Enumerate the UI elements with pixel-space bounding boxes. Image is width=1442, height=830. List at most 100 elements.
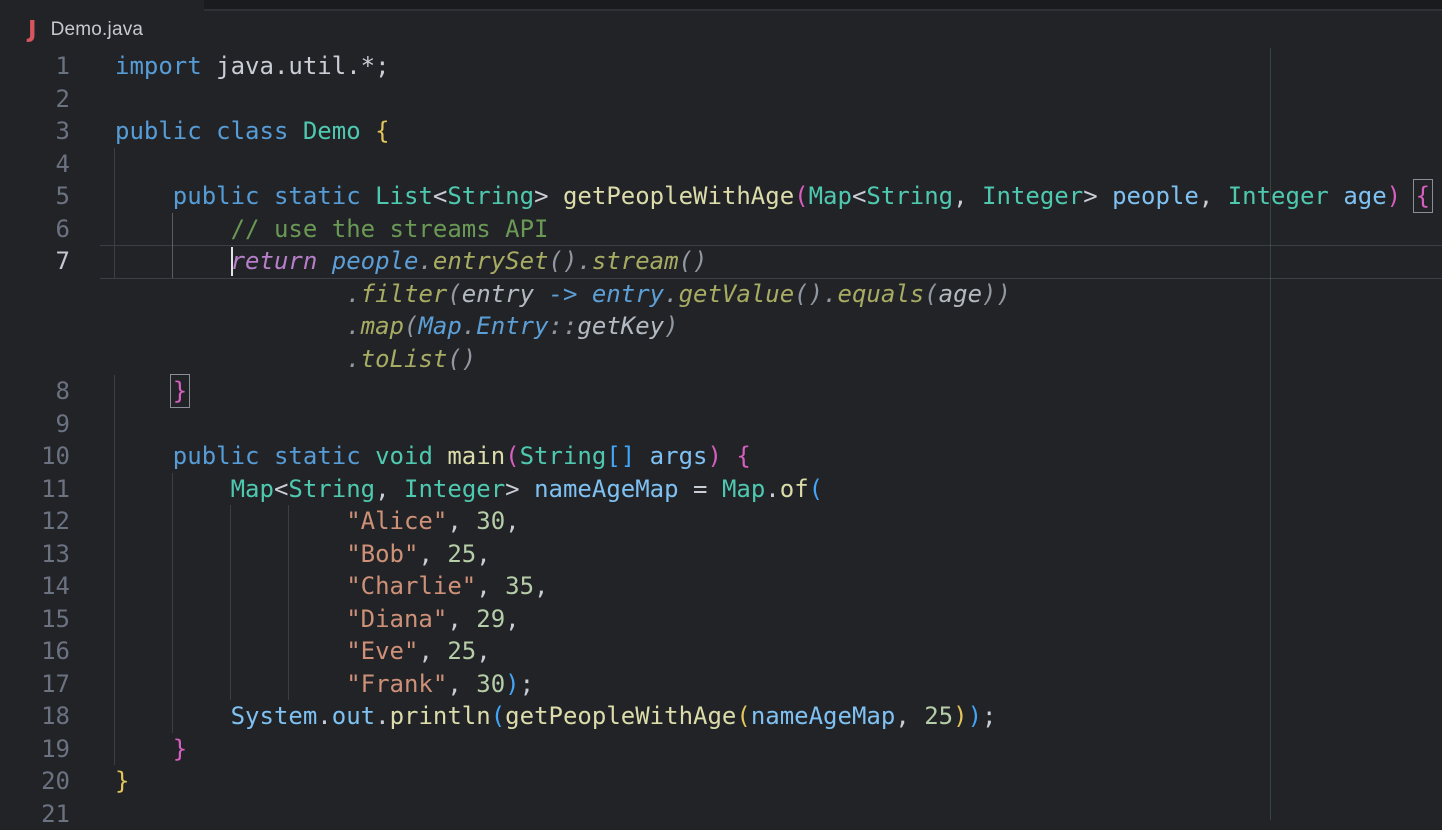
line-number[interactable]: 13	[0, 538, 70, 571]
code-line[interactable]: 18 System.out.println(getPeopleWithAge(n…	[0, 700, 1442, 733]
token	[115, 637, 346, 665]
line-number[interactable]: 11	[0, 473, 70, 506]
line-number[interactable]: 15	[0, 603, 70, 636]
token: }	[173, 377, 187, 405]
token	[361, 182, 375, 210]
code-line[interactable]: 14 "Charlie", 35,	[0, 570, 1442, 603]
text-cursor	[231, 247, 234, 276]
code-text[interactable]: "Bob", 25,	[115, 538, 491, 571]
token: println	[390, 702, 491, 730]
code-text[interactable]: System.out.println(getPeopleWithAge(name…	[115, 700, 996, 733]
token	[361, 442, 375, 470]
token: >	[1083, 182, 1112, 210]
code-line[interactable]: 19 }	[0, 733, 1442, 766]
code-line[interactable]: 12 "Alice", 30,	[0, 505, 1442, 538]
line-number[interactable]: 19	[0, 733, 70, 766]
line-number[interactable]: 4	[0, 148, 70, 181]
code-text[interactable]: .toList()	[115, 343, 476, 376]
breadcrumb-filename[interactable]: Demo.java	[51, 19, 144, 41]
token: 25	[447, 637, 476, 665]
code-line[interactable]: 1 import java.util.*;	[0, 50, 1442, 83]
code-line[interactable]: 15 "Diana", 29,	[0, 603, 1442, 636]
code-line[interactable]: 10 public static void main(String[] args…	[0, 440, 1442, 473]
line-number[interactable]: 14	[0, 570, 70, 603]
token: public	[173, 182, 260, 210]
line-number[interactable]: 3	[0, 115, 70, 148]
code-line[interactable]: 21	[0, 798, 1442, 830]
code-text[interactable]: // use the streams API	[115, 213, 548, 246]
code-line[interactable]: 17 "Frank", 30);	[0, 668, 1442, 701]
ghost-code-line[interactable]: .filter(entry -> entry.getValue().equals…	[0, 278, 1442, 311]
token: {	[736, 442, 750, 470]
code-text[interactable]: "Charlie", 35,	[115, 570, 549, 603]
code-line[interactable]: 3 public class Demo {	[0, 115, 1442, 148]
line-number[interactable]: 1	[0, 50, 70, 83]
code-line[interactable]: 7 return people.entrySet().stream()	[0, 245, 1442, 278]
code-line[interactable]: 13 "Bob", 25,	[0, 538, 1442, 571]
token: (	[924, 280, 938, 308]
code-text[interactable]: import java.util.*;	[115, 50, 390, 83]
line-number[interactable]: 18	[0, 700, 70, 733]
token: .	[462, 312, 476, 340]
line-number[interactable]: 8	[0, 375, 70, 408]
line-number[interactable]: 16	[0, 635, 70, 668]
token: []	[606, 442, 635, 470]
active-tab-remnant[interactable]	[0, 0, 204, 11]
line-number[interactable]: 20	[0, 765, 70, 798]
token: ,	[418, 540, 447, 568]
code-text[interactable]: }	[115, 375, 187, 408]
token	[115, 215, 231, 243]
code-text[interactable]: }	[115, 765, 129, 798]
code-line[interactable]: 6 // use the streams API	[0, 213, 1442, 246]
code-text[interactable]: "Eve", 25,	[115, 635, 491, 668]
code-editor[interactable]: 1 import java.util.*; 23 public class Demo …	[0, 50, 1442, 830]
token: }	[115, 767, 129, 795]
token: (	[809, 475, 823, 503]
line-number[interactable]: 17	[0, 668, 70, 701]
line-number[interactable]: 7	[0, 245, 70, 278]
code-text[interactable]: "Alice", 30,	[115, 505, 520, 538]
code-line[interactable]: 9	[0, 408, 1442, 441]
token: .	[115, 312, 361, 340]
line-number[interactable]: 10	[0, 440, 70, 473]
token	[115, 377, 173, 405]
code-text[interactable]: public static void main(String[] args) {	[115, 440, 751, 473]
line-number[interactable]: 12	[0, 505, 70, 538]
code-line[interactable]: 20}	[0, 765, 1442, 798]
token: void	[375, 442, 433, 470]
code-text[interactable]: public class Demo {	[115, 115, 390, 148]
code-text[interactable]: "Diana", 29,	[115, 603, 520, 636]
token	[317, 247, 331, 275]
code-text[interactable]: .map(Map.Entry::getKey)	[115, 310, 679, 343]
token: return	[231, 247, 318, 275]
code-line[interactable]: 16 "Eve", 25,	[0, 635, 1442, 668]
code-text[interactable]: public static List<String> getPeopleWith…	[115, 180, 1430, 213]
code-line[interactable]: 4	[0, 148, 1442, 181]
token: "Charlie"	[346, 572, 476, 600]
token: filter	[361, 280, 448, 308]
line-number[interactable]: 9	[0, 408, 70, 441]
token: of	[780, 475, 809, 503]
line-number[interactable]: 5	[0, 180, 70, 213]
code-line[interactable]: 5 public static List<String> getPeopleWi…	[0, 180, 1442, 213]
code-text[interactable]: "Frank", 30);	[115, 668, 534, 701]
code-text[interactable]: Map<String, Integer> nameAgeMap = Map.of…	[115, 473, 823, 506]
code-text[interactable]: return people.entrySet().stream()	[115, 245, 707, 278]
line-number[interactable]: 6	[0, 213, 70, 246]
ghost-code-line[interactable]: .map(Map.Entry::getKey)	[0, 310, 1442, 343]
line-number[interactable]: 2	[0, 83, 70, 116]
code-line[interactable]: 11 Map<String, Integer> nameAgeMap = Map…	[0, 473, 1442, 506]
code-line[interactable]: 8 }	[0, 375, 1442, 408]
code-text[interactable]: }	[115, 733, 187, 766]
token: ()	[447, 345, 476, 373]
code-line[interactable]: 2	[0, 83, 1442, 116]
line-number[interactable]: 21	[0, 798, 70, 830]
token: public	[173, 442, 260, 470]
token: ,	[447, 670, 476, 698]
token: people	[332, 247, 419, 275]
token	[202, 117, 216, 145]
token	[433, 442, 447, 470]
token: ::	[549, 312, 578, 340]
ghost-code-line[interactable]: .toList()	[0, 343, 1442, 376]
code-text[interactable]: .filter(entry -> entry.getValue().equals…	[115, 278, 1011, 311]
